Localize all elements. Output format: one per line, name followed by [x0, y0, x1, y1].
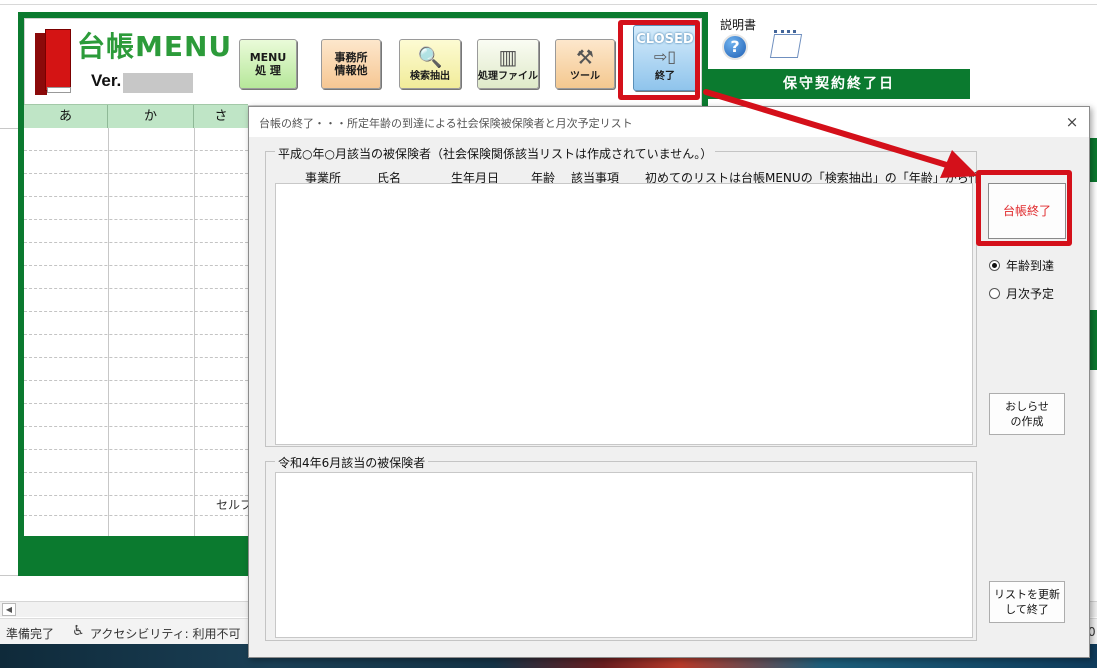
notice-line2: の作成: [1010, 415, 1044, 428]
row-divider: [0, 575, 20, 576]
menu-toolbar: 台帳MENU Ver. MENU 処 理 事務所 情報他 🔍 検索抽出 ▥ 処理…: [24, 18, 702, 106]
tools-button-label: ツール: [570, 70, 600, 82]
office-button-line1: 事務所: [334, 51, 368, 64]
help-icon[interactable]: ?: [722, 34, 748, 60]
right-panel-edge: [1089, 310, 1097, 370]
ledger-grid[interactable]: [24, 128, 248, 536]
ledger-end-dialog: 台帳の終了・・・所定年齢の到達による社会保険被保険者と月次予定リスト × 平成○…: [248, 106, 1090, 658]
radio-dot-unchecked: [989, 288, 1000, 299]
toolbox-icon: ⚒: [576, 44, 594, 69]
radio-age-label: 年齢到達: [1006, 259, 1055, 273]
radio-monthly-plan[interactable]: 月次予定: [989, 285, 1054, 302]
notice-line1: おしらせ: [1005, 400, 1049, 413]
sheet-top-border: [0, 4, 1097, 5]
radio-age-reached[interactable]: 年齢到達: [989, 257, 1054, 274]
refresh-and-exit-button[interactable]: リストを更新 して終了: [989, 581, 1065, 623]
refresh-line1: リストを更新: [994, 588, 1060, 601]
insured-list-1[interactable]: [275, 183, 973, 445]
office-button-line2: 情報他: [334, 64, 368, 77]
radio-month-label: 月次予定: [1006, 287, 1055, 301]
group1-label: 平成○年○月該当の被保険者（社会保険関係該当リストは作成されていません。）: [275, 145, 716, 162]
accessibility-icon[interactable]: ♿: [72, 623, 85, 639]
version-label: Ver.: [91, 71, 122, 90]
tools-button[interactable]: ⚒ ツール: [555, 39, 615, 89]
refresh-line2: して終了: [1005, 603, 1049, 616]
dialog-title: 台帳の終了・・・所定年齢の到達による社会保険被保険者と月次予定リスト: [259, 117, 633, 130]
column-header-a[interactable]: あ: [24, 105, 108, 129]
search-extract-button[interactable]: 🔍 検索抽出: [399, 39, 461, 89]
insured-list-2[interactable]: [275, 472, 973, 638]
ledger-book-icon: [35, 29, 73, 95]
maintenance-end-date-header: 保守契約終了日: [708, 69, 970, 99]
dialog-titlebar[interactable]: 台帳の終了・・・所定年齢の到達による社会保険被保険者と月次予定リスト ×: [249, 107, 1089, 137]
column-header-sa[interactable]: さ: [194, 105, 248, 129]
close-icon[interactable]: ×: [1061, 111, 1083, 133]
version-value-redacted: [123, 73, 193, 93]
calendar-icon[interactable]: [768, 30, 803, 60]
accessibility-status[interactable]: アクセシビリティ: 利用不可: [90, 625, 241, 642]
search-button-label: 検索抽出: [410, 70, 450, 82]
files-button-label: 処理ファイル: [478, 70, 538, 82]
red-highlight-box: [976, 170, 1072, 246]
status-ready-text: 準備完了: [6, 627, 55, 641]
row-divider: [0, 128, 20, 129]
column-header-ka[interactable]: か: [108, 105, 194, 129]
group2-label: 令和4年6月該当の被保険者: [275, 454, 429, 471]
radio-dot-checked: [989, 260, 1000, 271]
red-highlight-box: [618, 20, 700, 100]
file-cabinet-icon: ▥: [498, 44, 518, 69]
partial-cell-text: セルフ: [216, 498, 253, 512]
right-panel-edge: [1089, 138, 1097, 182]
kana-index-header: あ か さ: [24, 104, 248, 129]
office-info-button[interactable]: 事務所 情報他: [321, 39, 381, 89]
menu-button-line1: MENU: [249, 51, 287, 64]
magnifier-icon: 🔍: [417, 44, 443, 69]
process-files-button[interactable]: ▥ 処理ファイル: [477, 39, 539, 89]
create-notice-button[interactable]: おしらせ の作成: [989, 393, 1065, 435]
menu-button-line2: 処 理: [255, 64, 281, 77]
app-title: 台帳MENU: [77, 30, 233, 63]
scroll-left-icon[interactable]: ◀: [2, 603, 16, 616]
manual-label: 説明書: [720, 18, 757, 32]
menu-process-button[interactable]: MENU 処 理: [239, 39, 297, 89]
